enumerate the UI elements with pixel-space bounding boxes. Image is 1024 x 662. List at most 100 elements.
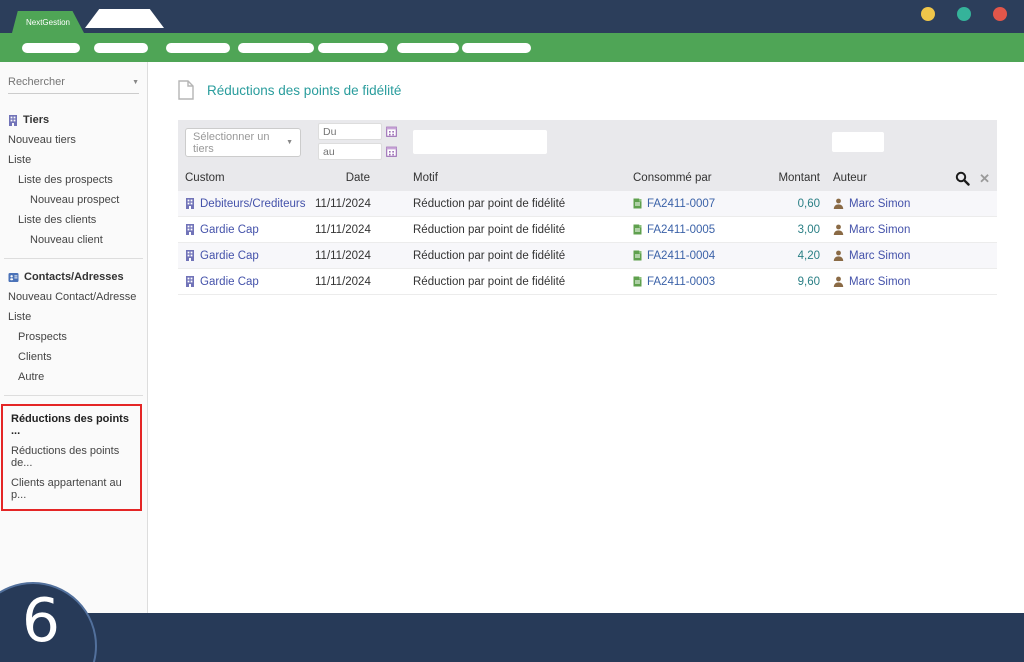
step-number: 6 [11, 586, 71, 656]
date-cell: 11/11/2024 [315, 198, 370, 210]
filter-bar: Sélectionner un tiers ▼ [178, 120, 997, 165]
company-link[interactable]: Gardie Cap [200, 250, 259, 262]
sidebar-item-liste-tiers[interactable]: Liste [0, 150, 147, 170]
search-input[interactable] [8, 76, 108, 88]
sidebar-item-tiers[interactable]: Tiers [0, 110, 147, 130]
sidebar-item-nouveau-tiers[interactable]: Nouveau tiers [0, 130, 147, 150]
invoice-link[interactable]: FA2411-0003 [647, 276, 715, 288]
sidebar-item-clients-appartenant[interactable]: Clients appartenant au p... [3, 473, 140, 505]
menu-pill-6[interactable] [397, 43, 459, 53]
building-icon [185, 250, 195, 261]
building-icon [185, 198, 195, 209]
sidebar-item-label: Tiers [23, 114, 49, 126]
calendar-icon[interactable] [386, 146, 397, 157]
motif-cell: Réduction par point de fidélité [413, 224, 633, 236]
window-dot-teal-icon[interactable] [957, 7, 971, 21]
window-dot-red-icon[interactable] [993, 7, 1007, 21]
user-icon [833, 224, 844, 235]
secondary-tab[interactable] [85, 9, 164, 28]
menu-pill-5[interactable] [318, 43, 388, 53]
chevron-down-icon[interactable]: ▼ [132, 79, 139, 86]
sidebar-item-nouveau-prospect[interactable]: Nouveau prospect [0, 190, 147, 210]
sidebar-item-reductions-points[interactable]: Réductions des points ... [3, 409, 140, 441]
sidebar-item-nouveau-client[interactable]: Nouveau client [0, 230, 147, 250]
address-card-icon [8, 272, 19, 283]
sidebar-item-liste-clients[interactable]: Liste des clients [0, 210, 147, 230]
invoice-link[interactable]: FA2411-0004 [647, 250, 715, 262]
sidebar-divider [4, 395, 143, 396]
header-montant[interactable]: Montant [770, 172, 820, 184]
date-cell: 11/11/2024 [315, 224, 370, 236]
sidebar-item-liste-contacts[interactable]: Liste [0, 307, 147, 327]
document-icon [178, 80, 194, 100]
sidebar-item-autre[interactable]: Autre [0, 367, 147, 387]
sidebar-item-reductions-points-de[interactable]: Réductions des points de... [3, 441, 140, 473]
tiers-select[interactable]: Sélectionner un tiers ▼ [185, 128, 301, 157]
author-link[interactable]: Marc Simon [849, 224, 910, 236]
author-link[interactable]: Marc Simon [849, 276, 910, 288]
page-header: Réductions des points de fidélité [178, 80, 1024, 100]
user-icon [833, 250, 844, 261]
sidebar-divider [4, 258, 143, 259]
app-window: NextGestion ▼ Tiers Nouvea [0, 0, 1024, 662]
calendar-icon[interactable] [386, 126, 397, 137]
table-row: Gardie Cap 11/11/2024 Réduction par poin… [178, 269, 997, 295]
motif-cell: Réduction par point de fidélité [413, 250, 633, 262]
menu-pill-3[interactable] [166, 43, 230, 53]
search-icon[interactable] [955, 171, 970, 186]
menu-pill-1[interactable] [22, 43, 80, 53]
sidebar-item-nouveau-contact[interactable]: Nouveau Contact/Adresse [0, 287, 147, 307]
sidebar-search[interactable]: ▼ [8, 76, 139, 94]
company-link[interactable]: Debiteurs/Crediteurs [200, 198, 305, 210]
header-auteur[interactable]: Auteur [833, 172, 944, 184]
auteur-filter-input[interactable] [832, 132, 884, 152]
motif-cell: Réduction par point de fidélité [413, 198, 633, 210]
date-filter-group [318, 123, 397, 163]
sidebar-item-clients[interactable]: Clients [0, 347, 147, 367]
building-icon [185, 276, 195, 287]
menu-pill-2[interactable] [94, 43, 148, 53]
app-name: NextGestion [26, 18, 70, 27]
company-link[interactable]: Gardie Cap [200, 276, 259, 288]
menu-pill-7[interactable] [462, 43, 531, 53]
menu-pill-4[interactable] [238, 43, 314, 53]
author-link[interactable]: Marc Simon [849, 250, 910, 262]
table-row: Debiteurs/Crediteurs 11/11/2024 Réductio… [178, 191, 997, 217]
sidebar: ▼ Tiers Nouveau tiers Liste Liste des pr… [0, 62, 148, 613]
amount-cell: 9,60 [770, 276, 820, 288]
table-row: Gardie Cap 11/11/2024 Réduction par poin… [178, 217, 997, 243]
company-link[interactable]: Gardie Cap [200, 224, 259, 236]
date-from-input[interactable] [318, 123, 382, 140]
close-icon[interactable]: ✕ [979, 172, 990, 185]
sidebar-item-liste-prospects[interactable]: Liste des prospects [0, 170, 147, 190]
amount-cell: 0,60 [770, 198, 820, 210]
table-row: Gardie Cap 11/11/2024 Réduction par poin… [178, 243, 997, 269]
page-title: Réductions des points de fidélité [207, 83, 401, 98]
sidebar-item-contacts-adresses[interactable]: Contacts/Adresses [0, 267, 147, 287]
header-motif[interactable]: Motif [413, 172, 633, 184]
sidebar-item-prospects[interactable]: Prospects [0, 327, 147, 347]
invoice-icon [633, 250, 642, 261]
tiers-select-value: Sélectionner un tiers [193, 131, 286, 155]
header-consomme-par[interactable]: Consommé par [633, 172, 770, 184]
date-to-input[interactable] [318, 143, 382, 160]
user-icon [833, 198, 844, 209]
invoice-link[interactable]: FA2411-0005 [647, 224, 715, 236]
chevron-down-icon: ▼ [286, 139, 293, 146]
app-tab[interactable]: NextGestion [12, 11, 84, 33]
date-cell: 11/11/2024 [315, 276, 370, 288]
amount-cell: 3,00 [770, 224, 820, 236]
main-content: Réductions des points de fidélité Sélect… [149, 62, 1024, 613]
highlight-box: Réductions des points ... Réductions des… [1, 404, 142, 511]
building-icon [8, 115, 18, 126]
date-cell: 11/11/2024 [315, 250, 370, 262]
invoice-link[interactable]: FA2411-0007 [647, 198, 715, 210]
invoice-icon [633, 276, 642, 287]
loyalty-table: Sélectionner un tiers ▼ [178, 120, 997, 295]
footer-bar [0, 613, 1024, 662]
window-dot-yellow-icon[interactable] [921, 7, 935, 21]
author-link[interactable]: Marc Simon [849, 198, 910, 210]
motif-filter-input[interactable] [413, 130, 547, 154]
header-custom[interactable]: Custom [185, 172, 315, 184]
header-date[interactable]: Date [315, 172, 370, 184]
